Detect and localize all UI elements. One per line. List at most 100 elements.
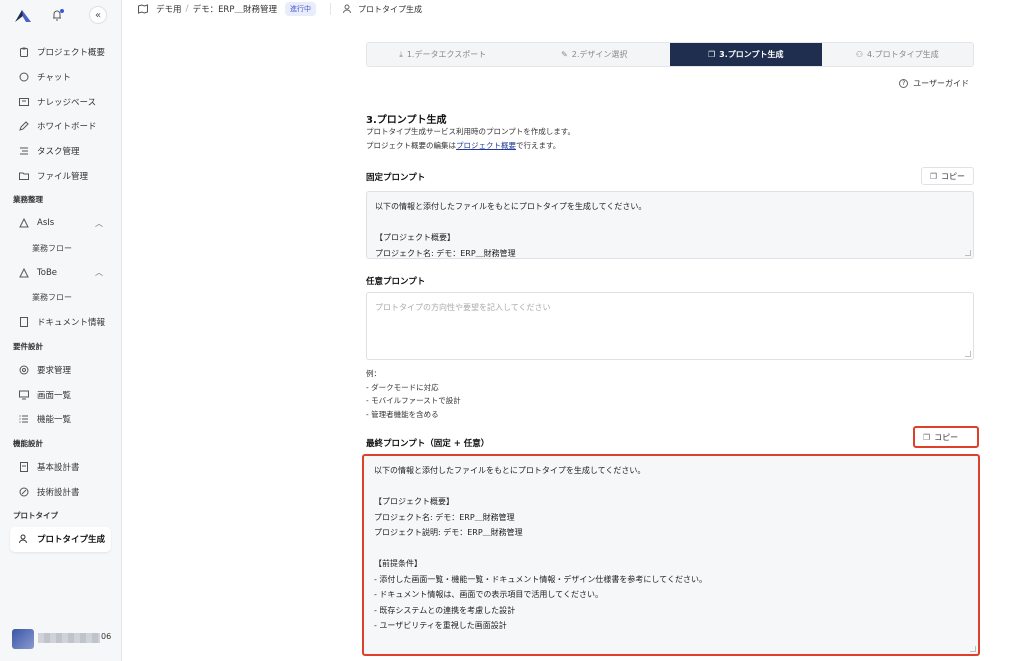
logo-icon[interactable] [14,9,32,23]
sidebar-item-label: AsIs [37,218,55,229]
chevron-up-icon[interactable]: ︿ [95,218,103,229]
chevron-up-icon[interactable]: ︿ [95,267,103,278]
examples-text: 例： - ダークモードに対応 - モバイルファーストで設計 - 管理者機能を含め… [366,369,461,419]
tab-data-export[interactable]: ⤓ 1.データエクスポート [367,43,519,66]
sidebar-item-label: 機能一覧 [37,415,72,426]
tab-label: 3.プロンプト生成 [719,50,784,59]
sidebar-item-knowledge[interactable]: ナレッジベース [10,89,111,114]
tab-prompt-generate[interactable]: ❐ 3.プロンプト生成 [670,43,822,66]
sidebar-item-label: プロトタイプ生成 [37,535,106,546]
section-heading-kino: 機能設計 [13,438,43,448]
sidebar-item-label: ホワイトボード [37,122,97,133]
sidebar-item-requirements[interactable]: 要求管理 [10,358,111,383]
brush-icon: ✎ [561,50,568,59]
section-title: 3.プロンプト生成 [366,115,447,126]
sidebar-item-tasks[interactable]: タスク管理 [10,139,111,164]
copy-final-button[interactable]: ❐ コピー [913,426,979,448]
desc-text: で行えます。 [516,141,561,150]
chat-bubbles-icon: ❐ [707,50,716,59]
project-overview-link[interactable]: プロジェクト概要 [456,141,516,150]
collapse-sidebar-button[interactable]: « [89,6,107,24]
fixed-prompt-textarea[interactable]: 以下の情報と添付したファイルをもとにプロトタイプを生成してください。 【プロジェ… [366,191,974,259]
resize-handle[interactable] [970,646,976,652]
copy-label: コピー [934,432,959,442]
topbar: デモ用 / デモ：ERP＿財務管理 進行中 プロトタイプ生成 [122,0,1024,18]
sidebar-nav: プロジェクト概要 チャット ナレッジベース ホワイトボード タスク管理 ファイル… [10,40,111,552]
sidebar-item-label: 業務フロー [32,293,72,303]
sidebar-item-label: ナレッジベース [37,97,97,108]
sidebar-item-label: プロジェクト概要 [37,48,106,59]
tab-label: 4.プロトタイプ生成 [867,50,939,59]
step-tabs: ⤓ 1.データエクスポート ✎ 2.デザイン選択 ❐ 3.プロンプト生成 ⚇ 4.プロト… [366,42,974,67]
sidebar-item-chat[interactable]: チャット [10,65,111,90]
section-heading-gyomu: 業務整理 [13,195,43,205]
tab-label: 2.デザイン選択 [571,50,628,59]
user-name-suffix: 06 [101,632,112,641]
fixed-prompt-label: 固定プロンプト [366,173,426,183]
resize-handle[interactable] [965,351,971,357]
users-icon [18,533,30,545]
sidebar-item-label: 技術設計書 [37,487,80,498]
copy-label: コピー [941,171,965,181]
sidebar-item-label: 要求管理 [37,365,72,376]
sidebar-item-project-overview[interactable]: プロジェクト概要 [10,40,111,65]
copy-icon: ❐ [923,432,931,442]
sidebar-item-label: ToBe [37,267,58,278]
triangle-icon [18,217,30,229]
breadcrumb-demo[interactable]: デモ用 [156,3,182,15]
user-guide-link[interactable]: ? ユーザーガイド [899,78,969,89]
sidebar-item-screens[interactable]: 画面一覧 [10,382,111,407]
copy-icon: ❐ [929,171,937,181]
copy-fixed-button[interactable]: ❐ コピー [920,167,974,185]
sidebar-item-label: チャット [37,73,71,84]
resize-handle[interactable] [965,250,971,256]
free-prompt-label: 任意プロンプト [366,277,426,287]
section-description: プロトタイプ生成サービス利用時のプロンプトを作成します。 [366,127,576,136]
sidebar-item-functions[interactable]: 機能一覧 [10,407,111,432]
main-content: ⤓ 1.データエクスポート ✎ 2.デザイン選択 ❐ 3.プロンプト生成 ⚇ 4.プロト… [362,42,980,656]
notification-dot [60,9,64,13]
target-icon [18,364,30,376]
triangle-icon [18,267,30,279]
avatar[interactable] [12,629,34,649]
sidebar-item-tobe[interactable]: ToBe ︿ [10,261,111,286]
chat-icon [18,71,30,83]
compass-icon [18,486,30,498]
sidebar-item-files[interactable]: ファイル管理 [10,163,111,188]
pen-icon [18,120,30,132]
clipboard-icon [18,46,30,58]
user-guide-label: ユーザーガイド [913,79,969,88]
divider [329,3,331,15]
sidebar-item-tobe-flow[interactable]: 業務フロー [10,285,111,310]
sidebar-item-asis[interactable]: AsIs ︿ [10,211,111,236]
sidebar-item-label: 基本設計書 [37,462,80,473]
section-description-2: プロジェクト概要の編集はプロジェクト概要で行えます。 [366,140,560,151]
desc-text: プロジェクト概要の編集は [366,141,456,150]
document-icon [18,316,30,328]
sidebar-item-label: ドキュメント情報 [37,318,106,329]
breadcrumb-project[interactable]: デモ：ERP＿財務管理 [193,3,277,15]
breadcrumb-separator: / [185,4,189,14]
sidebar-item-label: タスク管理 [37,147,80,158]
list-icon [18,413,30,425]
sidebar-header: « [12,6,109,24]
final-prompt-textarea[interactable]: 以下の情報と添付したファイルをもとにプロトタイプを生成してください。 【プロジェ… [362,454,980,656]
sidebar-item-whiteboard[interactable]: ホワイトボード [10,114,111,139]
section-heading-yoken: 要件設計 [13,341,43,351]
tab-prototype-generate[interactable]: ⚇ 4.プロトタイプ生成 [822,43,974,66]
user-account[interactable]: 06 [10,629,112,649]
users-icon: ⚇ [855,50,864,59]
tasks-icon [18,145,30,157]
sidebar-item-doc-info[interactable]: ドキュメント情報 [10,310,111,335]
sidebar-item-prototype[interactable]: プロトタイプ生成 [10,527,111,552]
sidebar-item-label: 業務フロー [32,243,72,253]
map-icon [138,4,148,14]
tab-design-select[interactable]: ✎ 2.デザイン選択 [519,43,671,66]
final-prompt-label: 最終プロンプト（固定 + 任意） [366,439,490,449]
sidebar-item-tech-design[interactable]: 技術設計書 [10,479,111,504]
sidebar-item-asis-flow[interactable]: 業務フロー [10,236,111,261]
sidebar-item-basic-design[interactable]: 基本設計書 [10,455,111,480]
document-icon [18,461,30,473]
tab-label: 1.データエクスポート [406,50,487,59]
free-prompt-textarea[interactable]: プロトタイプの方向性や要望を記入してください [366,292,974,360]
